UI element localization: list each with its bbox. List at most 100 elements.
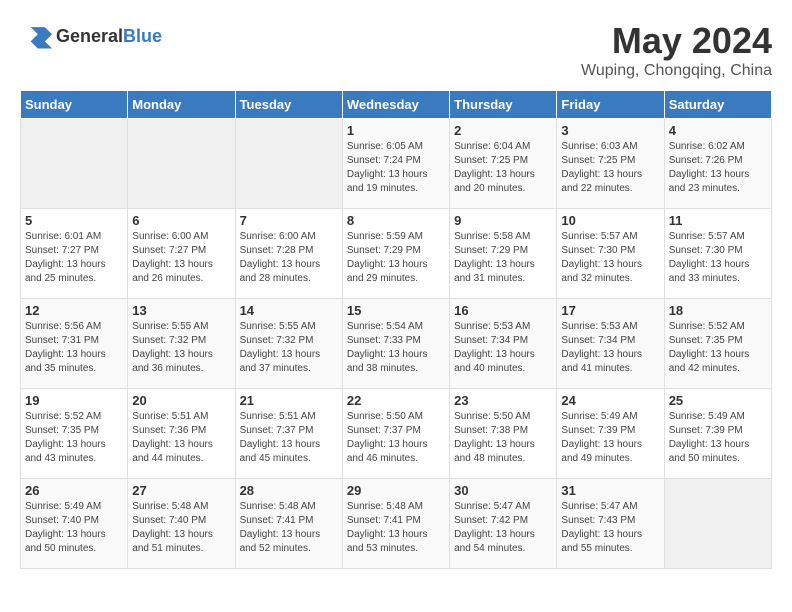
day-number: 12 bbox=[25, 303, 123, 318]
day-info: Sunrise: 5:53 AM Sunset: 7:34 PM Dayligh… bbox=[454, 320, 552, 376]
calendar-cell: 3 Sunrise: 6:03 AM Sunset: 7:25 PM Daylig… bbox=[557, 119, 664, 209]
header-thursday: Thursday bbox=[450, 91, 557, 119]
week-row-3: 12 Sunrise: 5:56 AM Sunset: 7:31 PM Dayli… bbox=[21, 299, 772, 389]
calendar-table: SundayMondayTuesdayWednesdayThursdayFrid… bbox=[20, 90, 772, 569]
calendar-cell: 28 Sunrise: 5:48 AM Sunset: 7:41 PM Dayli… bbox=[235, 479, 342, 569]
calendar-cell: 7 Sunrise: 6:00 AM Sunset: 7:28 PM Daylig… bbox=[235, 209, 342, 299]
logo-general-text: General bbox=[56, 26, 123, 46]
day-info: Sunrise: 5:48 AM Sunset: 7:41 PM Dayligh… bbox=[347, 500, 445, 556]
logo-blue-text: Blue bbox=[123, 26, 162, 46]
calendar-cell: 25Sunrise: 5:49 AM Sunset: 7:39 PM Dayli… bbox=[664, 389, 771, 479]
day-number: 1 bbox=[347, 123, 445, 138]
day-number: 17 bbox=[561, 303, 659, 318]
day-number: 9 bbox=[454, 213, 552, 228]
day-number: 19 bbox=[25, 393, 123, 408]
calendar-subtitle: Wuping, Chongqing, China bbox=[581, 62, 772, 80]
day-info: Sunrise: 5:58 AM Sunset: 7:29 PM Dayligh… bbox=[454, 230, 552, 286]
day-info: Sunrise: 5:56 AM Sunset: 7:31 PM Dayligh… bbox=[25, 320, 123, 376]
day-number: 24 bbox=[561, 393, 659, 408]
day-info: Sunrise: 5:55 AM Sunset: 7:32 PM Dayligh… bbox=[240, 320, 338, 376]
day-number: 25 bbox=[669, 393, 767, 408]
day-info: Sunrise: 5:52 AM Sunset: 7:35 PM Dayligh… bbox=[669, 320, 767, 376]
calendar-cell: 20 Sunrise: 5:51 AM Sunset: 7:36 PM Dayli… bbox=[128, 389, 235, 479]
day-info: Sunrise: 5:55 AM Sunset: 7:32 PM Dayligh… bbox=[132, 320, 230, 376]
header-saturday: Saturday bbox=[664, 91, 771, 119]
day-number: 28 bbox=[240, 483, 338, 498]
calendar-cell: 9 Sunrise: 5:58 AM Sunset: 7:29 PM Daylig… bbox=[450, 209, 557, 299]
day-info: Sunrise: 6:00 AM Sunset: 7:28 PM Dayligh… bbox=[240, 230, 338, 286]
calendar-cell: 4 Sunrise: 6:02 AM Sunset: 7:26 PM Daylig… bbox=[664, 119, 771, 209]
day-number: 8 bbox=[347, 213, 445, 228]
calendar-cell: 27Sunrise: 5:48 AM Sunset: 7:40 PM Dayli… bbox=[128, 479, 235, 569]
calendar-cell bbox=[664, 479, 771, 569]
day-number: 29 bbox=[347, 483, 445, 498]
calendar-header-row: SundayMondayTuesdayWednesdayThursdayFrid… bbox=[21, 91, 772, 119]
calendar-cell: 26Sunrise: 5:49 AM Sunset: 7:40 PM Dayli… bbox=[21, 479, 128, 569]
day-info: Sunrise: 6:01 AM Sunset: 7:27 PM Dayligh… bbox=[25, 230, 123, 286]
day-info: Sunrise: 5:53 AM Sunset: 7:34 PM Dayligh… bbox=[561, 320, 659, 376]
calendar-cell: 30Sunrise: 5:47 AM Sunset: 7:42 PM Dayli… bbox=[450, 479, 557, 569]
day-info: Sunrise: 6:04 AM Sunset: 7:25 PM Dayligh… bbox=[454, 140, 552, 196]
logo: GeneralBlue bbox=[20, 20, 162, 52]
calendar-title: May 2024 bbox=[581, 20, 772, 62]
day-info: Sunrise: 6:02 AM Sunset: 7:26 PM Dayligh… bbox=[669, 140, 767, 196]
calendar-cell: 16 Sunrise: 5:53 AM Sunset: 7:34 PM Dayli… bbox=[450, 299, 557, 389]
header-monday: Monday bbox=[128, 91, 235, 119]
day-number: 4 bbox=[669, 123, 767, 138]
week-row-2: 5Sunrise: 6:01 AM Sunset: 7:27 PM Daylig… bbox=[21, 209, 772, 299]
week-row-1: 1Sunrise: 6:05 AM Sunset: 7:24 PM Daylig… bbox=[21, 119, 772, 209]
calendar-cell: 8 Sunrise: 5:59 AM Sunset: 7:29 PM Daylig… bbox=[342, 209, 449, 299]
calendar-cell: 23 Sunrise: 5:50 AM Sunset: 7:38 PM Dayli… bbox=[450, 389, 557, 479]
day-info: Sunrise: 5:50 AM Sunset: 7:38 PM Dayligh… bbox=[454, 410, 552, 466]
day-number: 11 bbox=[669, 213, 767, 228]
calendar-cell: 24Sunrise: 5:49 AM Sunset: 7:39 PM Dayli… bbox=[557, 389, 664, 479]
calendar-cell: 17 Sunrise: 5:53 AM Sunset: 7:34 PM Dayli… bbox=[557, 299, 664, 389]
calendar-cell: 5Sunrise: 6:01 AM Sunset: 7:27 PM Daylig… bbox=[21, 209, 128, 299]
day-info: Sunrise: 5:51 AM Sunset: 7:36 PM Dayligh… bbox=[132, 410, 230, 466]
header-friday: Friday bbox=[557, 91, 664, 119]
calendar-cell: 6 Sunrise: 6:00 AM Sunset: 7:27 PM Daylig… bbox=[128, 209, 235, 299]
calendar-cell bbox=[21, 119, 128, 209]
logo-icon bbox=[20, 20, 52, 52]
day-info: Sunrise: 5:59 AM Sunset: 7:29 PM Dayligh… bbox=[347, 230, 445, 286]
day-info: Sunrise: 5:54 AM Sunset: 7:33 PM Dayligh… bbox=[347, 320, 445, 376]
calendar-cell: 10 Sunrise: 5:57 AM Sunset: 7:30 PM Dayli… bbox=[557, 209, 664, 299]
calendar-cell: 31Sunrise: 5:47 AM Sunset: 7:43 PM Dayli… bbox=[557, 479, 664, 569]
day-number: 13 bbox=[132, 303, 230, 318]
calendar-cell: 13 Sunrise: 5:55 AM Sunset: 7:32 PM Dayli… bbox=[128, 299, 235, 389]
day-number: 23 bbox=[454, 393, 552, 408]
day-number: 6 bbox=[132, 213, 230, 228]
day-info: Sunrise: 5:48 AM Sunset: 7:41 PM Dayligh… bbox=[240, 500, 338, 556]
day-number: 2 bbox=[454, 123, 552, 138]
day-info: Sunrise: 5:51 AM Sunset: 7:37 PM Dayligh… bbox=[240, 410, 338, 466]
day-number: 7 bbox=[240, 213, 338, 228]
day-info: Sunrise: 5:49 AM Sunset: 7:40 PM Dayligh… bbox=[25, 500, 123, 556]
day-number: 20 bbox=[132, 393, 230, 408]
page-header: GeneralBlue May 2024 Wuping, Chongqing, … bbox=[20, 20, 772, 80]
calendar-cell: 15Sunrise: 5:54 AM Sunset: 7:33 PM Dayli… bbox=[342, 299, 449, 389]
calendar-cell: 21 Sunrise: 5:51 AM Sunset: 7:37 PM Dayli… bbox=[235, 389, 342, 479]
day-number: 31 bbox=[561, 483, 659, 498]
day-number: 21 bbox=[240, 393, 338, 408]
day-number: 16 bbox=[454, 303, 552, 318]
day-info: Sunrise: 5:57 AM Sunset: 7:30 PM Dayligh… bbox=[669, 230, 767, 286]
day-info: Sunrise: 5:50 AM Sunset: 7:37 PM Dayligh… bbox=[347, 410, 445, 466]
day-number: 14 bbox=[240, 303, 338, 318]
calendar-cell: 2 Sunrise: 6:04 AM Sunset: 7:25 PM Daylig… bbox=[450, 119, 557, 209]
day-info: Sunrise: 5:48 AM Sunset: 7:40 PM Dayligh… bbox=[132, 500, 230, 556]
day-number: 22 bbox=[347, 393, 445, 408]
day-number: 3 bbox=[561, 123, 659, 138]
day-info: Sunrise: 5:47 AM Sunset: 7:42 PM Dayligh… bbox=[454, 500, 552, 556]
week-row-5: 26Sunrise: 5:49 AM Sunset: 7:40 PM Dayli… bbox=[21, 479, 772, 569]
calendar-cell: 19 Sunrise: 5:52 AM Sunset: 7:35 PM Dayli… bbox=[21, 389, 128, 479]
calendar-cell: 18Sunrise: 5:52 AM Sunset: 7:35 PM Dayli… bbox=[664, 299, 771, 389]
header-tuesday: Tuesday bbox=[235, 91, 342, 119]
day-info: Sunrise: 6:00 AM Sunset: 7:27 PM Dayligh… bbox=[132, 230, 230, 286]
day-info: Sunrise: 5:52 AM Sunset: 7:35 PM Dayligh… bbox=[25, 410, 123, 466]
calendar-cell bbox=[128, 119, 235, 209]
day-number: 10 bbox=[561, 213, 659, 228]
calendar-cell: 11 Sunrise: 5:57 AM Sunset: 7:30 PM Dayli… bbox=[664, 209, 771, 299]
day-info: Sunrise: 6:03 AM Sunset: 7:25 PM Dayligh… bbox=[561, 140, 659, 196]
week-row-4: 19 Sunrise: 5:52 AM Sunset: 7:35 PM Dayli… bbox=[21, 389, 772, 479]
day-info: Sunrise: 5:57 AM Sunset: 7:30 PM Dayligh… bbox=[561, 230, 659, 286]
